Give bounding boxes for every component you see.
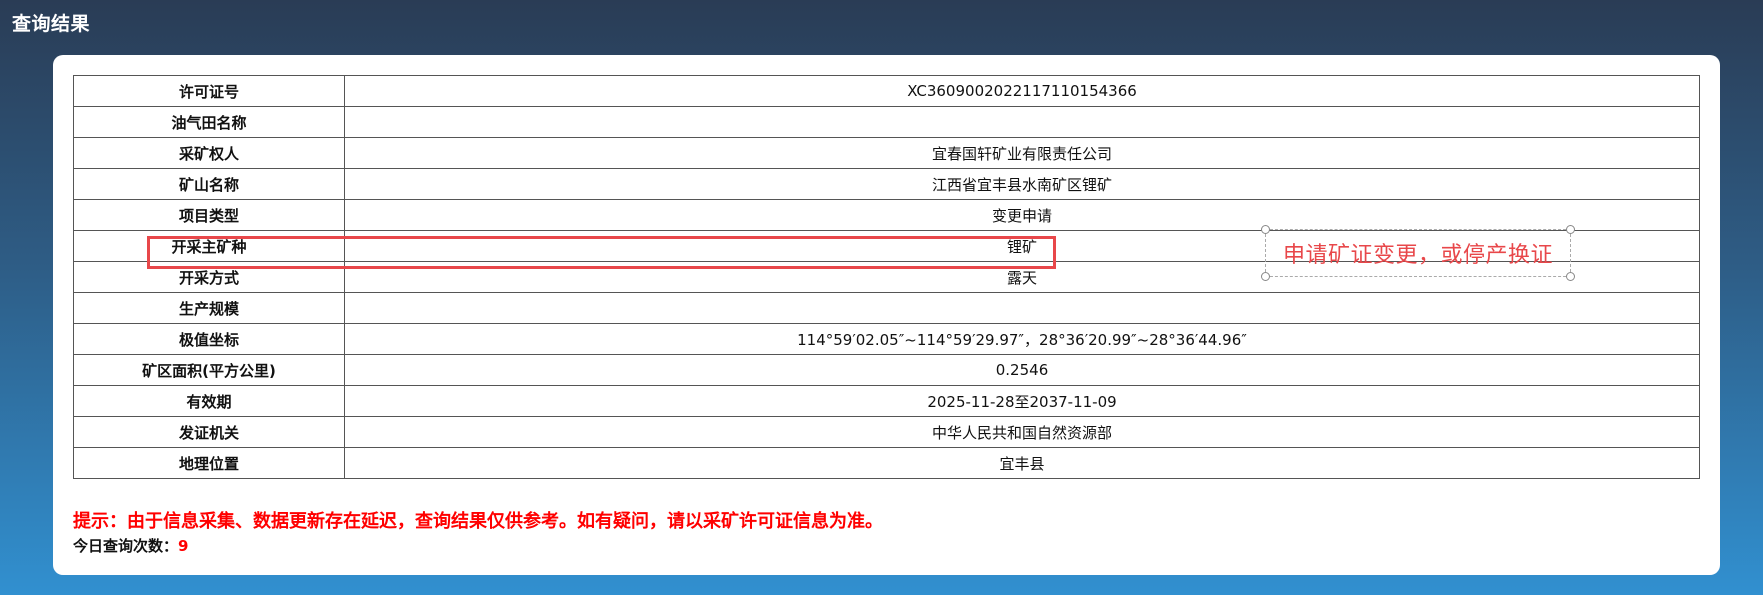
row-label: 发证机关	[73, 416, 345, 448]
row-value: XC3609002022117110154366	[344, 75, 1700, 107]
row-value: 0.2546	[344, 354, 1700, 386]
table-row: 地理位置 宜丰县	[73, 447, 1700, 479]
row-label: 项目类型	[73, 199, 345, 231]
row-value	[344, 106, 1700, 138]
resize-handle[interactable]	[1261, 272, 1270, 281]
table-row: 油气田名称	[73, 106, 1700, 138]
row-label: 开采方式	[73, 261, 345, 293]
resize-handle[interactable]	[1566, 272, 1575, 281]
row-label: 矿区面积(平方公里)	[73, 354, 345, 386]
table-row: 项目类型 变更申请	[73, 199, 1700, 231]
table-row: 矿区面积(平方公里) 0.2546	[73, 354, 1700, 386]
table-row: 采矿权人 宜春国轩矿业有限责任公司	[73, 137, 1700, 169]
result-card: 许可证号 XC3609002022117110154366 油气田名称 采矿权人…	[53, 55, 1720, 575]
row-value: 114°59′02.05″~114°59′29.97″，28°36′20.99″…	[344, 323, 1700, 355]
annotation-textbox[interactable]: 申请矿证变更，或停产换证	[1261, 225, 1575, 281]
annotation-text[interactable]: 申请矿证变更，或停产换证	[1283, 237, 1553, 269]
disclaimer-warning: 提示：由于信息采集、数据更新存在延迟，查询结果仅供参考。如有疑问，请以采矿许可证…	[73, 511, 883, 532]
license-info-table: 许可证号 XC3609002022117110154366 油气田名称 采矿权人…	[73, 75, 1700, 479]
row-label: 有效期	[73, 385, 345, 417]
page-title: 查询结果	[12, 13, 91, 35]
row-value	[344, 292, 1700, 324]
query-count-label: 今日查询次数：	[73, 537, 179, 555]
row-value: 江西省宜丰县水南矿区锂矿	[344, 168, 1700, 200]
table-row: 有效期 2025-11-28至2037-11-09	[73, 385, 1700, 417]
table-row: 矿山名称 江西省宜丰县水南矿区锂矿	[73, 168, 1700, 200]
row-value: 宜春国轩矿业有限责任公司	[344, 137, 1700, 169]
table-row: 许可证号 XC3609002022117110154366	[73, 75, 1700, 107]
resize-handle[interactable]	[1566, 225, 1575, 234]
row-value: 2025-11-28至2037-11-09	[344, 385, 1700, 417]
table-row: 生产规模	[73, 292, 1700, 324]
row-value: 变更申请	[344, 199, 1700, 231]
row-label: 油气田名称	[73, 106, 345, 138]
row-label: 地理位置	[73, 447, 345, 479]
table-row: 发证机关 中华人民共和国自然资源部	[73, 416, 1700, 448]
row-value: 宜丰县	[344, 447, 1700, 479]
resize-handle[interactable]	[1261, 225, 1270, 234]
row-label: 生产规模	[73, 292, 345, 324]
row-label: 采矿权人	[73, 137, 345, 169]
row-label: 开采主矿种	[73, 230, 345, 262]
row-label: 许可证号	[73, 75, 345, 107]
row-label: 矿山名称	[73, 168, 345, 200]
row-value: 中华人民共和国自然资源部	[344, 416, 1700, 448]
table-row: 极值坐标 114°59′02.05″~114°59′29.97″，28°36′2…	[73, 323, 1700, 355]
query-count-value: 9	[178, 537, 189, 555]
query-count: 今日查询次数：9	[73, 535, 188, 556]
row-label: 极值坐标	[73, 323, 345, 355]
